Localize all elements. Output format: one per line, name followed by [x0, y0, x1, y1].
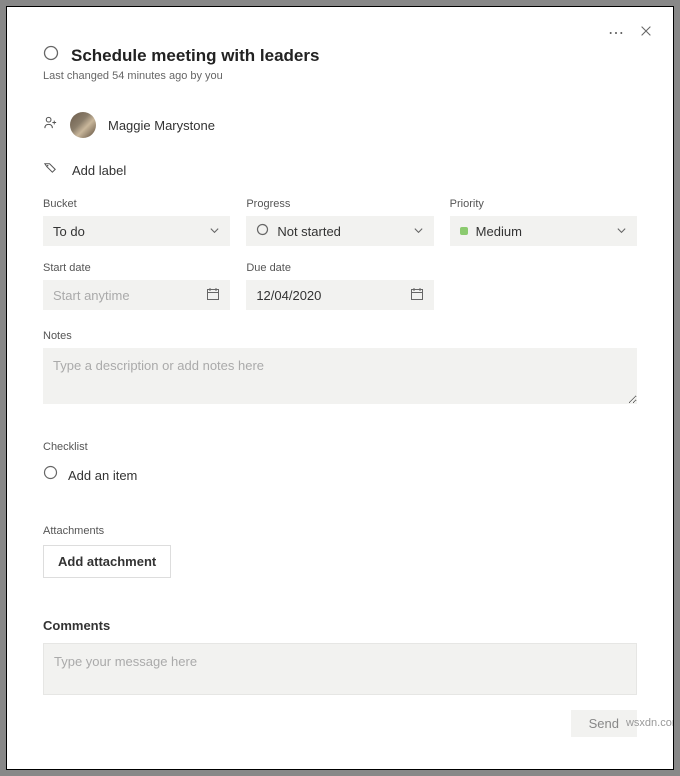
complete-circle-icon[interactable] [43, 45, 59, 66]
due-date-field: Due date 12/04/2020 [246, 262, 433, 310]
chevron-down-icon [209, 224, 220, 239]
add-attachment-button[interactable]: Add attachment [43, 545, 171, 578]
checklist-add-text: Add an item [68, 468, 137, 483]
assignee-name: Maggie Marystone [108, 118, 215, 133]
progress-select[interactable]: Not started [246, 216, 433, 246]
checklist-add-item[interactable]: Add an item [43, 465, 637, 485]
due-date-value: 12/04/2020 [256, 288, 321, 303]
start-date-placeholder: Start anytime [53, 288, 130, 303]
notes-textarea[interactable] [43, 348, 637, 404]
notes-label: Notes [43, 330, 637, 342]
calendar-icon [206, 287, 220, 304]
priority-value: Medium [476, 224, 522, 239]
progress-field: Progress Not started [246, 198, 433, 246]
progress-value: Not started [277, 224, 341, 239]
fields-row-1: Bucket To do Progress Not started Priori… [43, 198, 637, 246]
avatar [70, 112, 96, 138]
close-icon[interactable] [639, 24, 653, 43]
bucket-label: Bucket [43, 198, 230, 210]
watermark: wsxdn.com [626, 717, 674, 729]
chevron-down-icon [616, 224, 627, 239]
task-title[interactable]: Schedule meeting with leaders [71, 46, 319, 66]
radio-icon [43, 465, 58, 485]
add-person-icon [43, 115, 58, 135]
due-date-input[interactable]: 12/04/2020 [246, 280, 433, 310]
comment-input[interactable] [43, 643, 637, 695]
bucket-field: Bucket To do [43, 198, 230, 246]
start-date-field: Start date Start anytime [43, 262, 230, 310]
assignee-row[interactable]: Maggie Marystone [43, 112, 637, 138]
send-row: Send [43, 710, 637, 737]
tag-icon [43, 160, 58, 180]
progress-status-icon [256, 223, 269, 239]
start-date-input[interactable]: Start anytime [43, 280, 230, 310]
priority-field: Priority Medium [450, 198, 637, 246]
chevron-down-icon [413, 224, 424, 239]
last-changed: Last changed 54 minutes ago by you [43, 70, 637, 82]
task-dialog: ⋯ Schedule meeting with leaders Last cha… [6, 6, 674, 770]
more-icon[interactable]: ⋯ [608, 23, 625, 43]
comment-head: Maggie Marystone December 4, 2020 3:02 P… [81, 769, 637, 770]
calendar-icon [410, 287, 424, 304]
task-title-row: Schedule meeting with leaders [43, 45, 637, 66]
dialog-header-actions: ⋯ [608, 23, 653, 43]
avatar [43, 769, 69, 770]
attachments-label: Attachments [43, 525, 637, 537]
add-label-text: Add label [72, 163, 126, 178]
add-label-button[interactable]: Add label [43, 160, 637, 180]
comment-item: Maggie Marystone December 4, 2020 3:02 P… [43, 769, 637, 770]
priority-select[interactable]: Medium [450, 216, 637, 246]
checklist-label: Checklist [43, 441, 637, 453]
priority-dot-icon [460, 227, 468, 235]
priority-label: Priority [450, 198, 637, 210]
comment-author: Maggie Marystone [81, 769, 180, 770]
fields-row-2: Start date Start anytime Due date 12/04/… [43, 262, 637, 310]
progress-label: Progress [246, 198, 433, 210]
comments-title: Comments [43, 618, 637, 633]
start-date-label: Start date [43, 262, 230, 274]
bucket-value: To do [53, 224, 85, 239]
bucket-select[interactable]: To do [43, 216, 230, 246]
due-date-label: Due date [246, 262, 433, 274]
comment-content: Maggie Marystone December 4, 2020 3:02 P… [81, 769, 637, 770]
